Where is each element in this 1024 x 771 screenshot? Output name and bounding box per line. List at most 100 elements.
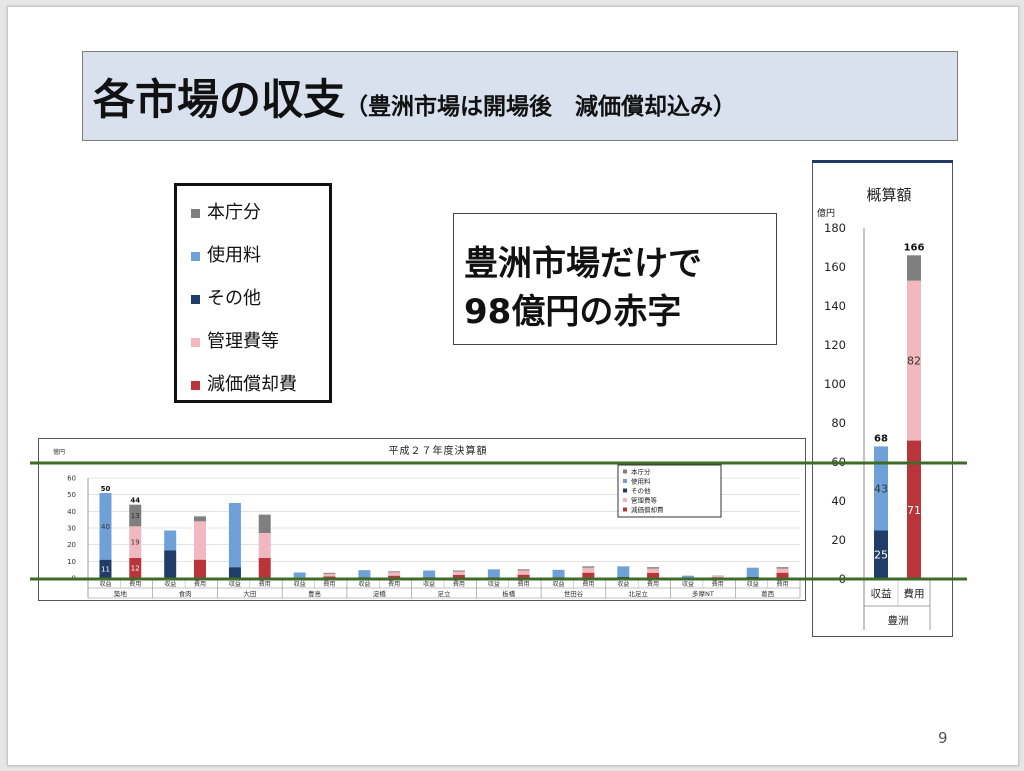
- bar-segment: [552, 569, 565, 578]
- inner-legend-label: 管理費等: [631, 496, 658, 505]
- data-label: 82: [907, 355, 921, 368]
- y-tick-label: 10: [67, 558, 76, 566]
- data-label: 25: [874, 549, 888, 562]
- market-label: 多摩NT: [692, 589, 714, 598]
- y-tick-label: 140: [824, 299, 846, 313]
- y-tick-label: 180: [824, 221, 846, 235]
- legend-item-sonota: その他: [191, 284, 261, 310]
- bar-category-label: 費用: [904, 587, 925, 600]
- bar-category-label: 費用: [777, 580, 789, 588]
- bar-segment: [452, 571, 465, 575]
- y-tick-label: 0: [839, 572, 846, 586]
- legend-label: 減価償却費: [207, 374, 297, 395]
- bar-segment: [193, 559, 206, 578]
- bar-segment: [582, 567, 595, 573]
- bar-segment: [323, 573, 336, 577]
- bar-segment: [388, 575, 401, 578]
- bar-segment: [293, 572, 306, 578]
- bar-segment: [258, 558, 271, 578]
- bar-category-label: 収益: [488, 580, 500, 588]
- bar-segment: [452, 570, 465, 572]
- bar-segment: [193, 516, 206, 522]
- bar-segment: [293, 577, 306, 578]
- bar-category-label: 費用: [194, 580, 206, 588]
- bar-segment: [517, 570, 530, 575]
- bar-category-label: 費用: [712, 580, 724, 588]
- bar-segment: [552, 577, 565, 578]
- callout-line-2: 98億円の赤字: [464, 292, 682, 332]
- bar-segment: [746, 567, 759, 577]
- bar-segment: [228, 503, 241, 568]
- market-label: 豊島: [308, 589, 322, 598]
- bar-segment: [776, 567, 789, 569]
- bar-segment: [517, 569, 530, 571]
- bar-category-label: 収益: [99, 580, 111, 588]
- y-tick-label: 0: [72, 575, 76, 583]
- bar-category-label: 収益: [682, 580, 694, 588]
- bar-segment: [164, 530, 177, 551]
- total-label: 50: [101, 485, 111, 493]
- bar-segment: [647, 567, 660, 569]
- bar-category-label: 収益: [294, 580, 306, 588]
- legend-box: 本庁分 使用料 その他 管理費等 減価償却費: [174, 183, 332, 403]
- bar-segment: [388, 572, 401, 576]
- page-number: 9: [938, 729, 948, 747]
- bar-category-label: 収益: [553, 580, 565, 588]
- market-label: 板橋: [502, 589, 516, 598]
- market-label: 足立: [438, 589, 452, 598]
- legend-swatch: [191, 294, 200, 304]
- y-tick-label: 160: [824, 260, 846, 274]
- bar-segment: [711, 577, 724, 578]
- market-label: 築地: [114, 589, 128, 598]
- bar-category-label: 収益: [423, 580, 435, 588]
- bar-segment: [517, 574, 530, 578]
- bar-category-label: 費用: [518, 580, 530, 588]
- y-tick-label: 100: [824, 377, 846, 391]
- deficit-callout: 豊洲市場だけで 98億円の赤字: [453, 213, 777, 345]
- bar-segment: [193, 521, 206, 560]
- legend-swatch: [191, 208, 200, 218]
- y-tick-label: 80: [831, 416, 846, 430]
- bar-segment: [358, 570, 371, 578]
- bar-category-label: 費用: [129, 580, 141, 588]
- inner-legend-swatch: [623, 469, 627, 474]
- legend-swatch: [191, 380, 200, 390]
- legend-item-kanrihi: 管理費等: [191, 327, 279, 353]
- y-tick-label: 20: [831, 533, 846, 547]
- title-subtitle: （豊洲市場は開場後 減価償却込み）: [345, 94, 737, 120]
- bar-segment: [228, 567, 241, 578]
- market-label: 食肉: [179, 589, 192, 598]
- inner-legend-label: 使用料: [631, 477, 651, 486]
- y-tick-label: 20: [67, 541, 76, 549]
- bar-segment: [487, 569, 500, 578]
- data-label: 40: [101, 523, 110, 531]
- total-label: 44: [130, 497, 140, 505]
- bar-segment: [423, 570, 436, 578]
- bar-segment: [487, 577, 500, 578]
- market-label: 淀橋: [373, 589, 387, 598]
- bar-segment: [164, 550, 177, 578]
- axis-unit-label: 億円: [817, 207, 835, 219]
- axis-unit-label: 億円: [53, 448, 65, 456]
- bar-segment: [423, 577, 436, 578]
- bar-segment: [582, 566, 595, 568]
- data-label: 19: [131, 539, 140, 547]
- bar-category-label: 費用: [453, 580, 465, 588]
- bar-segment: [388, 571, 401, 573]
- chart-title: 概算額: [866, 186, 911, 204]
- market-label: 葛西: [761, 589, 775, 598]
- legend-label: 本庁分: [207, 202, 261, 223]
- bar-segment: [617, 566, 630, 577]
- data-label: 71: [907, 504, 921, 517]
- y-tick-label: 60: [67, 475, 76, 483]
- inner-legend-swatch: [623, 507, 627, 512]
- bar-segment: [776, 568, 789, 573]
- bar-segment: [746, 577, 759, 578]
- page-title: 各市場の収支（豊洲市場は開場後 減価償却込み）: [93, 66, 736, 127]
- bar-category-label: 収益: [747, 580, 759, 588]
- bar-category-label: 収益: [617, 580, 629, 588]
- inner-legend-swatch: [623, 479, 627, 483]
- data-label: 43: [874, 482, 888, 495]
- market-label: 大田: [243, 589, 256, 598]
- bar-segment: [358, 577, 371, 578]
